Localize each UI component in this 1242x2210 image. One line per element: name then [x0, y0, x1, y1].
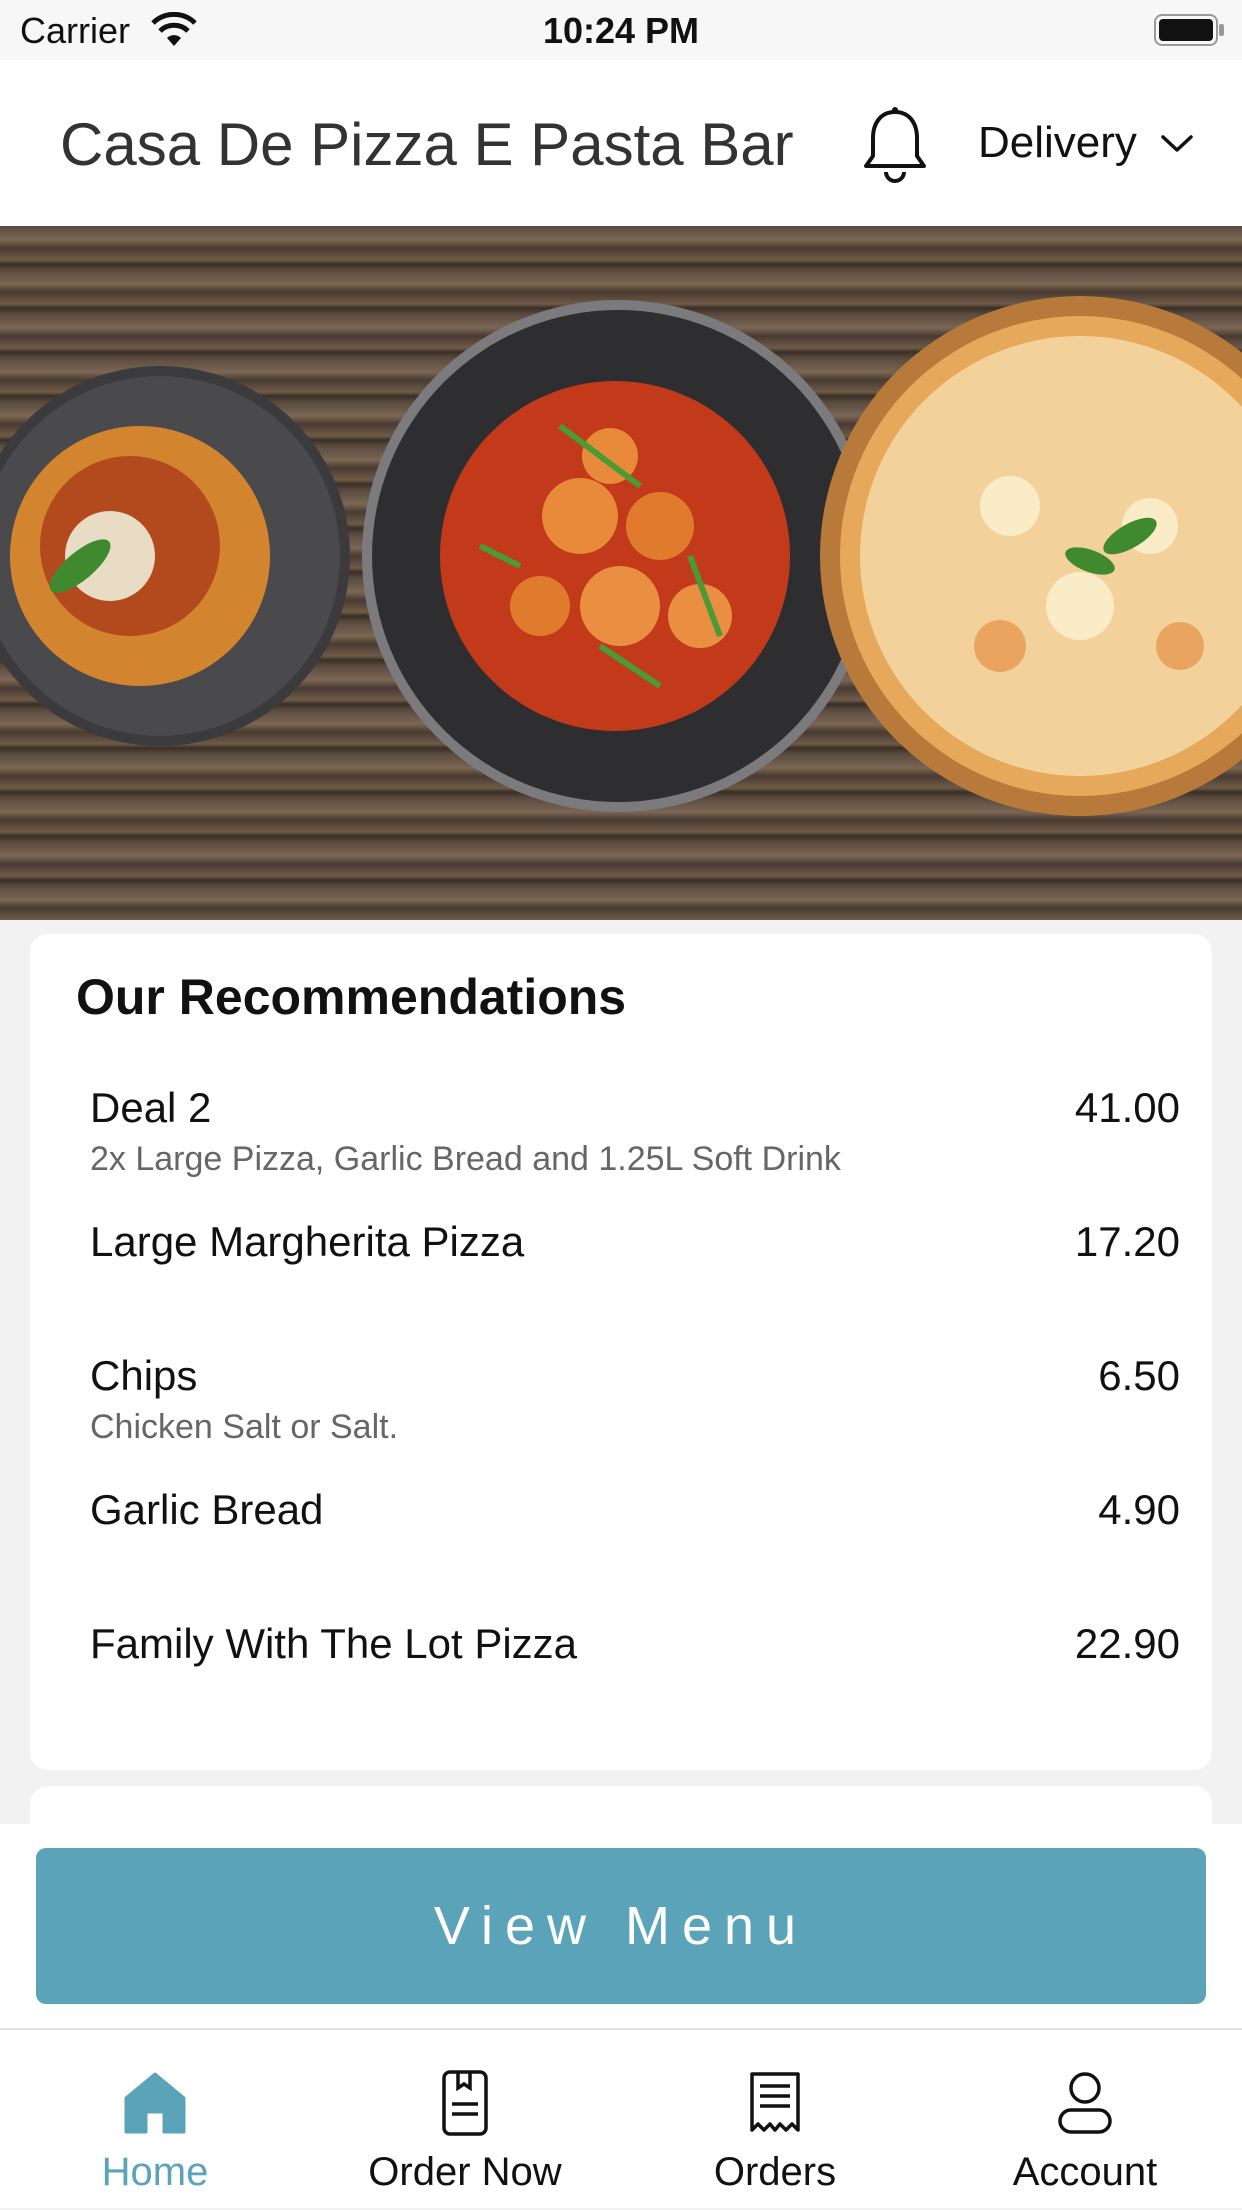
battery-icon [1154, 14, 1224, 46]
recommendations-card: Our Recommendations Deal 2 2x Large Pizz… [30, 934, 1212, 1770]
item-name: Family With The Lot Pizza [90, 1620, 578, 1667]
recommendations-list: Deal 2 2x Large Pizza, Garlic Bread and … [90, 1084, 1180, 1754]
list-item[interactable]: Large Margherita Pizza 17.20 [90, 1218, 1180, 1352]
item-description: Chicken Salt or Salt. [90, 1408, 399, 1446]
tab-label: Order Now [368, 2150, 562, 2194]
tab-label: Home [101, 2150, 209, 2194]
order-type-label: Delivery [978, 118, 1137, 167]
person-icon [1058, 2072, 1112, 2134]
receipt-icon [750, 2072, 800, 2132]
item-name: Large Margherita Pizza [90, 1218, 525, 1265]
item-price: 41.00 [1074, 1084, 1180, 1131]
list-item[interactable]: Garlic Bread 4.90 [90, 1486, 1180, 1620]
clock: 10:24 PM [542, 10, 700, 51]
item-price: 4.90 [1098, 1486, 1180, 1533]
tab-orders[interactable]: Orders [620, 2030, 930, 2210]
restaurant-title: Casa De Pizza E Pasta Bar [60, 111, 794, 178]
bell-icon[interactable] [860, 104, 930, 184]
chevron-down-icon [1161, 135, 1193, 152]
recommendations-title: Our Recommendations [76, 969, 627, 1025]
tab-bar: Home Order Now Orders Account [0, 2028, 1242, 2208]
item-name: Deal 2 [90, 1084, 212, 1131]
app-header: Casa De Pizza E Pasta Bar Delivery [0, 60, 1242, 226]
list-item[interactable]: Family With The Lot Pizza 22.90 [90, 1620, 1180, 1754]
tab-label: Account [1012, 2150, 1158, 2194]
tab-home[interactable]: Home [0, 2030, 310, 2210]
order-type-selector[interactable]: Delivery [978, 118, 1195, 168]
item-description: 2x Large Pizza, Garlic Bread and 1.25L S… [90, 1140, 841, 1178]
item-price: 22.90 [1074, 1620, 1180, 1667]
status-bar: Carrier 10:24 PM [0, 0, 1242, 60]
item-price: 17.20 [1074, 1218, 1180, 1265]
menu-book-icon [442, 2070, 488, 2136]
hero-food-image [0, 226, 1242, 920]
list-item[interactable]: Chips Chicken Salt or Salt. 6.50 [90, 1352, 1180, 1486]
item-price: 6.50 [1098, 1352, 1180, 1399]
item-name: Garlic Bread [90, 1486, 324, 1533]
tab-order-now[interactable]: Order Now [310, 2030, 620, 2210]
food-illustration [0, 296, 1242, 816]
home-icon [124, 2072, 186, 2134]
view-menu-button[interactable]: View Menu [36, 1848, 1206, 2004]
tab-account[interactable]: Account [930, 2030, 1240, 2210]
list-item[interactable]: Deal 2 2x Large Pizza, Garlic Bread and … [90, 1084, 1180, 1218]
item-name: Chips [90, 1352, 198, 1399]
tab-label: Orders [713, 2150, 837, 2194]
